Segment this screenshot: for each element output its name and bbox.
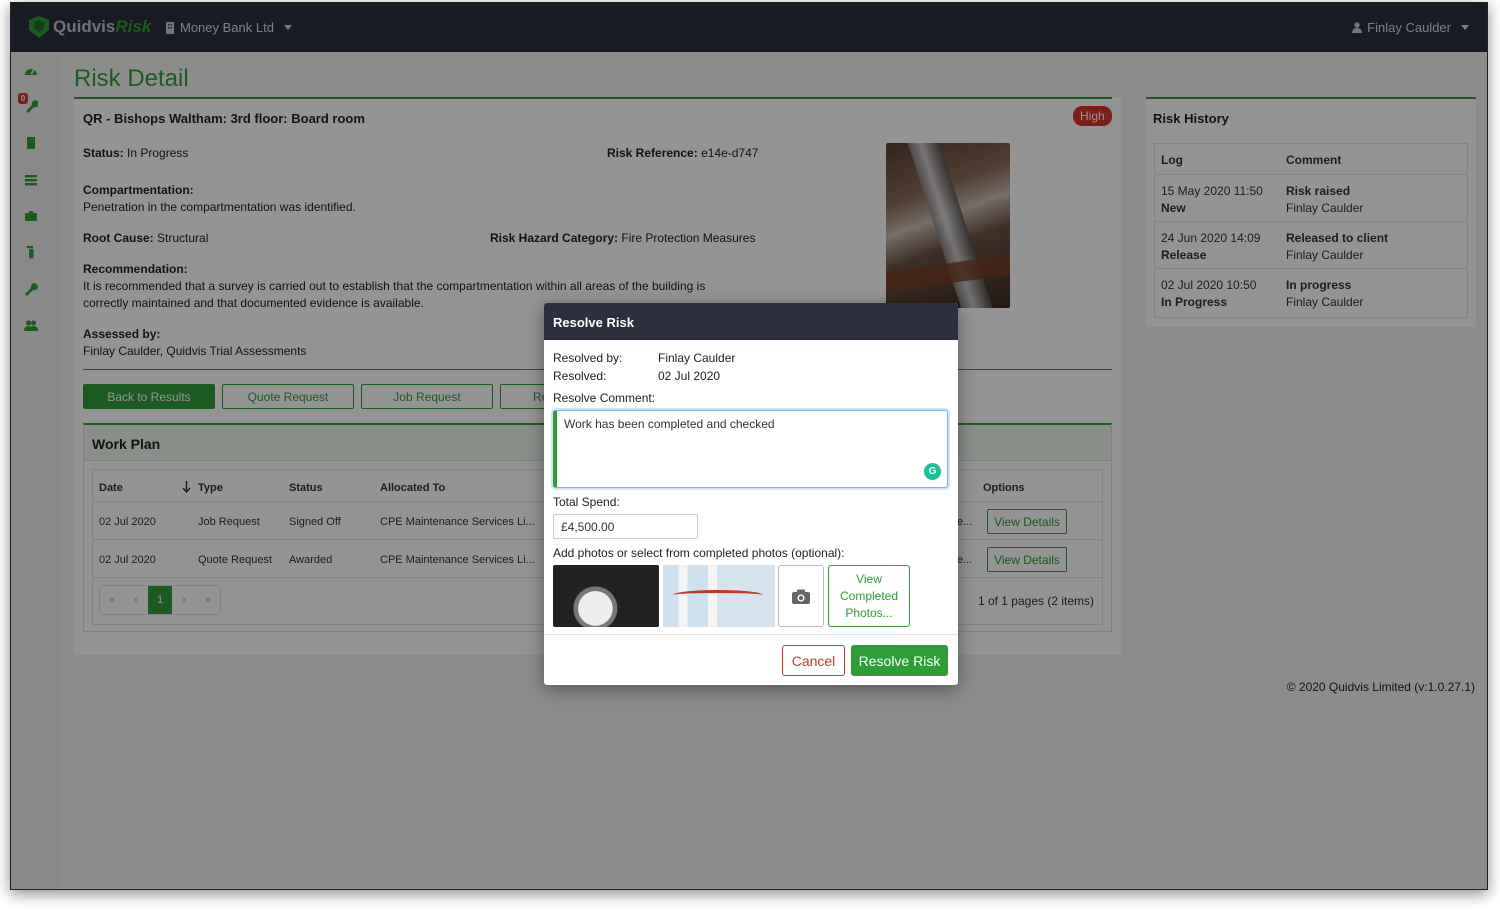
camera-icon (792, 589, 810, 604)
total-spend-label: Total Spend: (553, 495, 620, 509)
photo-thumbnail[interactable] (553, 565, 659, 627)
view-completed-photos-line-3: Photos... (845, 606, 893, 620)
view-completed-photos-line-2: Completed (839, 589, 899, 603)
resolved-by-value: Finlay Caulder (658, 351, 736, 365)
modal-header: Resolve Risk (544, 303, 958, 340)
resolve-comment-label: Resolve Comment: (553, 391, 656, 405)
resolve-comment-text: Work has been completed and checked (564, 417, 775, 431)
resolved-value: 02 Jul 2020 (658, 369, 721, 383)
total-spend-input[interactable]: £4,500.00 (553, 514, 698, 539)
view-completed-photos-line-1: View (856, 572, 882, 586)
resolved-label: Resolved: (553, 369, 607, 383)
add-photo-button[interactable] (778, 565, 824, 627)
resolved-by-label: Resolved by: (553, 351, 623, 365)
modal-title: Resolve Risk (553, 315, 634, 330)
resolve-comment-textarea[interactable]: Work has been completed and checked G (553, 410, 948, 488)
app-window: Quidvis Risk Money Bank Ltd Finlay Caulde… (10, 2, 1488, 890)
view-completed-photos-button[interactable]: View Completed Photos... (828, 565, 910, 627)
grammarly-icon[interactable]: G (924, 463, 941, 480)
photo-thumbnail[interactable] (663, 565, 775, 627)
photos-label: Add photos or select from completed phot… (553, 546, 845, 560)
cancel-button[interactable]: Cancel (782, 645, 845, 676)
resolve-risk-button[interactable]: Resolve Risk (851, 645, 948, 676)
resolve-risk-modal: Resolve Risk Resolved by: Finlay Caulder… (544, 303, 958, 685)
